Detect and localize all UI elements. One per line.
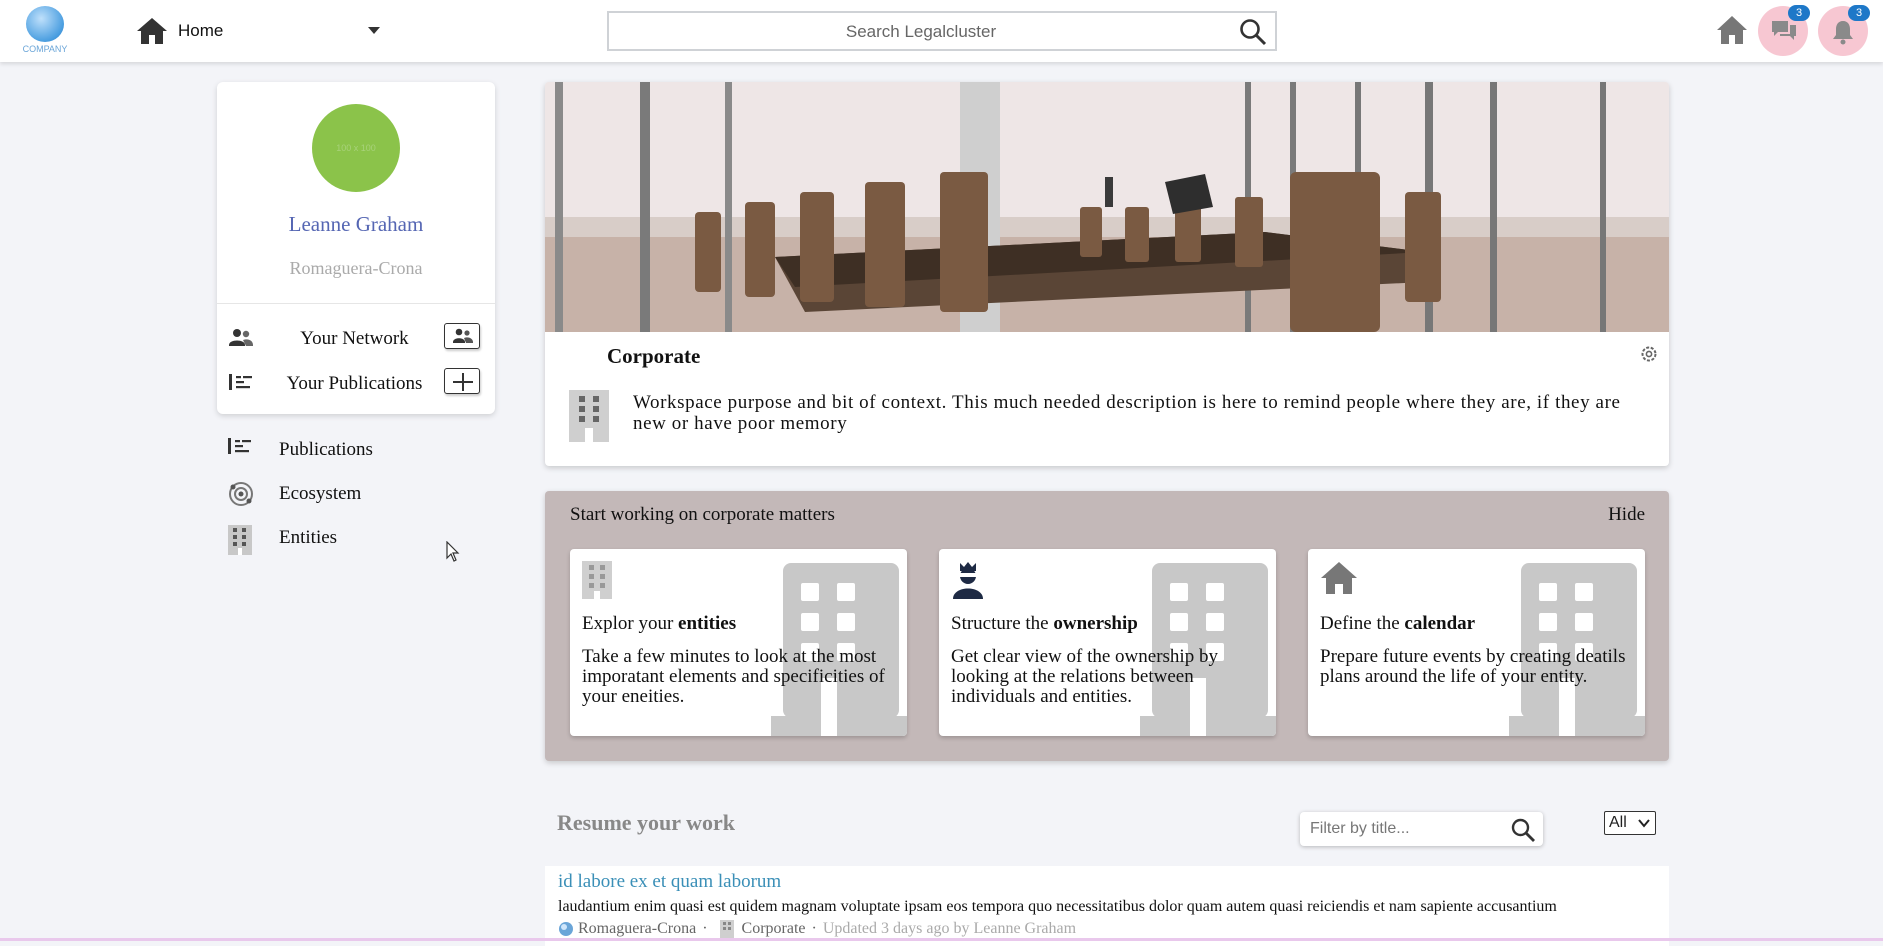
person-icon [953,562,983,599]
your-network-label: Your Network [300,328,409,349]
profile-name[interactable]: Leanne Graham [217,212,495,237]
sidebar-item-ecosystem[interactable]: Ecosystem [228,477,478,509]
search-bar [607,11,1277,51]
filter-input[interactable] [1308,812,1512,846]
card-title-prefix: Explor your [582,613,679,634]
filter-select-value: All [1609,814,1627,831]
card-title-bold: ownership [1053,613,1138,634]
start-panel-title: Start working on corporate matters [570,504,835,525]
sidebar-item-label: Ecosystem [279,483,362,504]
bell-icon [1833,21,1853,45]
structure-ownership-card[interactable]: Structure the ownership Get clear view o… [939,549,1276,736]
search-icon[interactable] [1239,18,1267,46]
profile-company: Romaguera-Crona [289,258,423,278]
meta-separator: · [811,920,817,937]
globe-icon [559,922,573,936]
home-nav-label: Home [178,21,224,40]
home-icon[interactable] [1716,15,1748,45]
notifications-button[interactable]: 3 [1818,5,1870,56]
filter-select[interactable]: All [1604,811,1656,835]
filter-box [1300,812,1543,846]
publication-workspace[interactable]: Corporate [742,920,806,938]
meta-separator: · [702,920,708,937]
building-icon [569,390,609,442]
start-working-panel: Start working on corporate matters Hide … [545,491,1669,761]
people-icon [229,329,253,346]
plus-icon [453,373,473,391]
notifications-badge: 3 [1848,5,1870,21]
home-nav[interactable]: Home [136,13,223,49]
card-title-prefix: Define the [1320,613,1405,634]
chevron-down-icon[interactable] [368,27,380,34]
add-publication-button[interactable] [444,368,480,394]
building-icon [228,525,252,555]
define-calendar-card[interactable]: Define the calendar Prepare future event… [1308,549,1645,736]
your-network-row[interactable]: Your Network [217,320,495,356]
chevron-down-icon [1638,819,1650,828]
search-input[interactable] [619,13,1223,51]
workspace-card: Corporate Workspace purpose and bit of c… [545,82,1669,466]
workspace-banner-image [545,82,1669,332]
network-contacts-button[interactable] [444,323,480,349]
avatar[interactable]: 100 x 100 [312,104,400,192]
card-title-prefix: Structure the [951,613,1054,634]
sidebar-item-entities[interactable]: Entities [228,521,478,555]
sidebar-item-label: Entities [279,527,338,548]
building-icon [719,920,734,938]
chat-icon [1772,21,1796,40]
building-icon [582,561,612,599]
hide-button[interactable]: Hide [1608,504,1645,526]
publication-excerpt: laudantium enim quasi est quidem magnam … [558,898,1557,915]
your-publications-row[interactable]: Your Publications [217,365,495,401]
globe-icon [26,6,64,42]
home-icon [137,18,167,44]
profile-card: 100 x 100 Leanne Graham Romaguera-Crona … [217,82,495,414]
list-icon [228,438,251,454]
card-title-bold: calendar [1404,613,1476,634]
resume-title: Resume your work [557,810,736,835]
messages-button[interactable]: 3 [1758,5,1810,56]
card-title: Define the calendar [1320,613,1475,635]
home-icon [1321,562,1357,594]
top-bar: COMPANY Home 3 3 [0,0,1883,62]
card-title: Structure the ownership [951,613,1138,635]
messages-badge: 3 [1788,5,1810,21]
card-description: Take a few minutes to look at the most i… [582,646,885,707]
card-description: Get clear view of the ownership by looki… [951,646,1218,707]
sidebar-item-label: Publications [279,439,373,460]
ecosystem-icon [229,482,253,506]
divider [217,303,495,304]
publication-meta: Romaguera-Crona · Corporate · Updated 3 … [558,920,1082,938]
people-icon [453,328,473,343]
search-icon[interactable] [1511,818,1535,842]
card-description: Prepare future events by creating deatil… [1320,646,1626,687]
sidebar-item-publications[interactable]: Publications [228,433,478,465]
your-publications-label: Your Publications [286,373,423,394]
company-logo[interactable]: COMPANY [22,6,68,56]
list-icon [229,374,252,390]
publication-updated: Updated 3 days ago by Leanne Graham [822,920,1077,937]
gear-icon[interactable] [1639,344,1659,364]
mouse-cursor-icon [446,541,460,562]
workspace-description: Workspace purpose and bit of context. Th… [633,392,1621,434]
card-title-bold: entities [678,613,737,634]
logo-text: COMPANY [22,44,68,54]
publication-company[interactable]: Romaguera-Crona [578,920,696,938]
publication-item[interactable]: id labore ex et quam laborum laudantium … [545,866,1669,946]
workspace-title: Corporate [607,344,701,368]
card-title: Explor your entities [582,613,736,635]
explore-entities-card[interactable]: Explor your entities Take a few minutes … [570,549,907,736]
publication-title[interactable]: id labore ex et quam laborum [558,871,781,893]
